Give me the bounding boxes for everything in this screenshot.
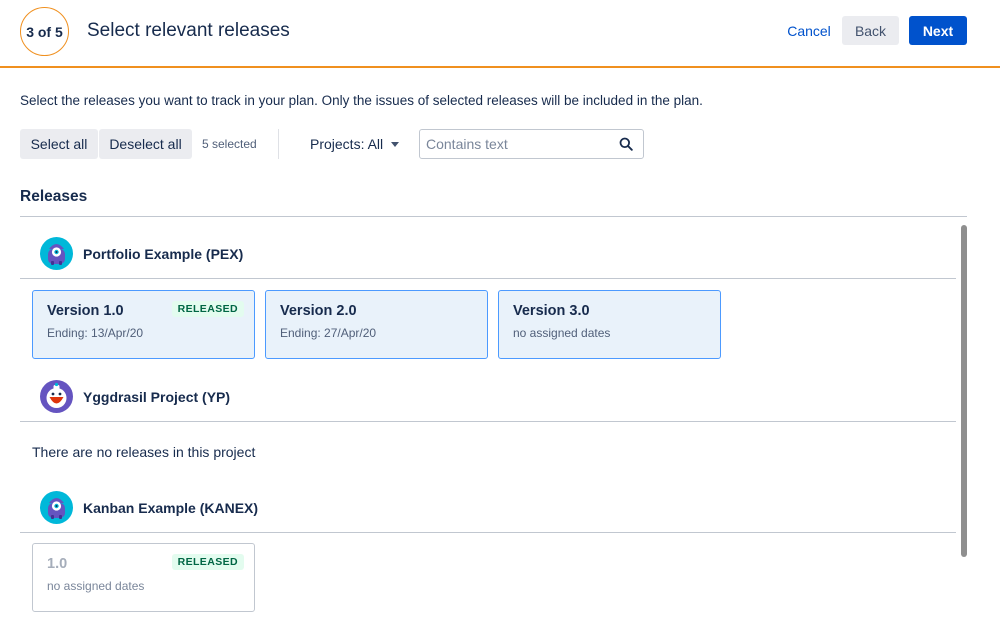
wizard-header: 3 of 5 Select relevant releases Cancel B… <box>0 0 1000 68</box>
kanban-project-icon <box>40 491 73 524</box>
intro-text: Select the releases you want to track in… <box>20 93 703 108</box>
release-name: Version 2.0 <box>280 303 357 319</box>
cancel-button[interactable]: Cancel <box>780 16 838 45</box>
release-name: 1.0 <box>47 556 68 572</box>
empty-project-message: There are no releases in this project <box>32 444 256 460</box>
project-name: Portfolio Example (PEX) <box>83 246 244 262</box>
release-card[interactable]: Version 3.0 no assigned dates <box>498 290 721 359</box>
releases-list: Portfolio Example (PEX) Version 1.0 RELE… <box>20 217 967 632</box>
selected-count: 5 selected <box>202 137 257 151</box>
back-button[interactable]: Back <box>842 16 899 45</box>
release-date: no assigned dates <box>513 326 611 340</box>
projects-filter-dropdown[interactable]: Projects: All <box>302 129 407 159</box>
toolbar-divider <box>278 129 279 159</box>
project-header-pex: Portfolio Example (PEX) <box>20 217 956 279</box>
deselect-all-button[interactable]: Deselect all <box>99 129 192 159</box>
scrollbar[interactable] <box>961 225 967 557</box>
releases-heading: Releases <box>20 188 88 205</box>
projects-filter-label: Projects: All <box>310 136 384 152</box>
release-date: no assigned dates <box>47 579 145 593</box>
release-card[interactable]: Version 2.0 Ending: 27/Apr/20 <box>265 290 488 359</box>
page-title: Select relevant releases <box>87 20 290 41</box>
release-date: Ending: 13/Apr/20 <box>47 326 144 340</box>
release-date: Ending: 27/Apr/20 <box>280 326 377 340</box>
chevron-down-icon <box>391 141 400 147</box>
yggdrasil-project-icon <box>40 380 73 413</box>
project-header-kanex: Kanban Example (KANEX) <box>20 471 956 533</box>
search-box[interactable] <box>419 129 644 159</box>
step-indicator: 3 of 5 <box>20 7 69 56</box>
project-name: Yggdrasil Project (YP) <box>83 389 231 405</box>
toolbar: Select all Deselect all 5 selected Proje… <box>20 129 980 159</box>
release-name: Version 3.0 <box>513 303 590 319</box>
release-name: Version 1.0 <box>47 303 124 319</box>
search-input[interactable] <box>426 135 606 153</box>
search-icon[interactable] <box>619 137 633 151</box>
released-badge: RELEASED <box>171 554 244 570</box>
portfolio-project-icon <box>40 237 73 270</box>
project-header-yp: Yggdrasil Project (YP) <box>20 360 956 422</box>
project-name: Kanban Example (KANEX) <box>83 500 259 516</box>
release-card[interactable]: Version 1.0 RELEASED Ending: 13/Apr/20 <box>32 290 255 359</box>
released-badge: RELEASED <box>171 301 244 317</box>
release-card[interactable]: 1.0 RELEASED no assigned dates <box>32 543 255 612</box>
select-all-button[interactable]: Select all <box>20 129 98 159</box>
next-button[interactable]: Next <box>909 16 967 45</box>
